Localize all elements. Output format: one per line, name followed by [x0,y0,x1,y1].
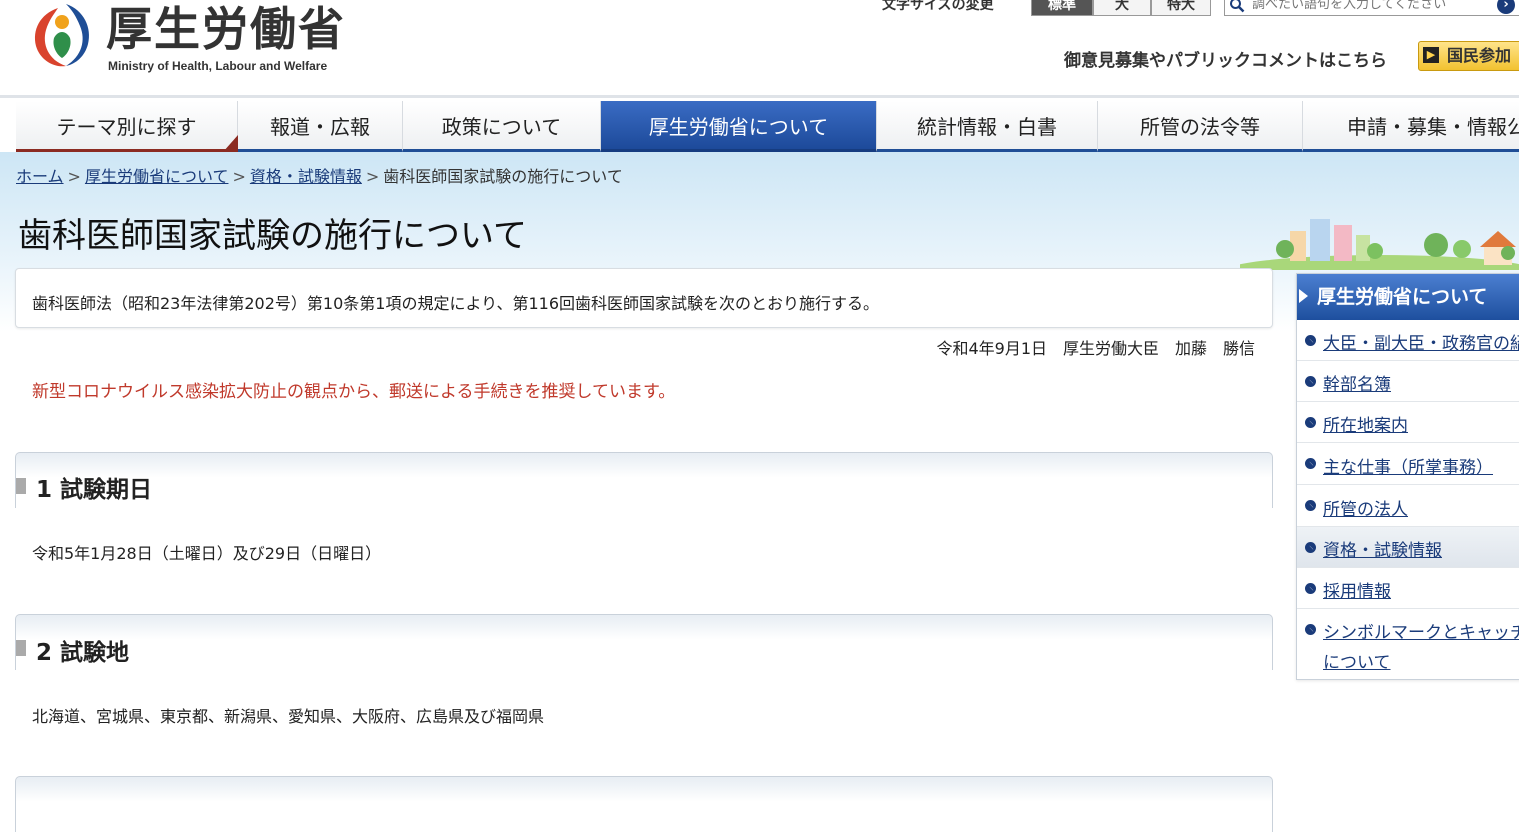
nav-item-about-ministry[interactable]: 厚生労働省について [601,101,877,152]
public-comment-link[interactable]: 御意見募集やパブリックコメントはこちら [1064,46,1387,71]
breadcrumb-link-about[interactable]: 厚生労働省について [85,167,229,186]
ministry-name-ja[interactable]: 厚生労働省 [106,0,346,58]
section-title-exam-date: 1 試験期日 [36,477,153,503]
breadcrumb-separator: > [232,167,246,186]
breadcrumb-link-home[interactable]: ホーム [16,167,64,186]
breadcrumb-separator: > [67,167,81,186]
breadcrumb-link-qualifications[interactable]: 資格・試験情報 [250,167,362,186]
breadcrumb-current: 歯科医師国家試験の施行について [383,167,623,186]
side-menu-item-label[interactable]: 資格・試験情報 [1323,536,1442,561]
font-size-label: 文字サイズの変更 [882,0,994,13]
search-icon [1230,0,1245,13]
bullet-arrow-icon [1305,583,1316,594]
section-body-exam-date: 令和5年1月28日（土曜日）及び29日（日曜日） [32,544,382,563]
page-title: 歯科医師国家試験の施行について [18,216,527,256]
side-menu-item-label-line2[interactable]: について [1323,648,1391,673]
side-menu-item-label[interactable]: 所在地案内 [1323,411,1408,436]
bullet-arrow-icon [1305,542,1316,553]
global-nav: テーマ別に探す 報道・広報 政策について 厚生労働省について 統計情報・白書 所… [0,95,1519,152]
section-header [15,614,1273,670]
section-header [15,452,1273,508]
font-size-xlarge-button[interactable]: 特大 [1151,0,1211,16]
side-menu-item-executives[interactable]: 幹部名簿 [1297,361,1519,402]
signature-line: 令和4年9月1日 厚生労働大臣 加藤 勝信 [936,339,1255,358]
bullet-arrow-icon [1305,335,1316,346]
nav-item-laws[interactable]: 所管の法令等 [1098,101,1303,152]
side-menu-item-symbol-mark[interactable]: シンボルマークとキャッチ について [1297,609,1519,679]
nav-item-themes[interactable]: テーマ別に探す [16,101,238,152]
side-menu-item-location[interactable]: 所在地案内 [1297,402,1519,443]
side-menu-item-label[interactable]: 幹部名簿 [1323,370,1391,395]
side-menu-title[interactable]: 厚生労働省について [1297,274,1519,320]
side-menu-item-recruitment[interactable]: 採用情報 [1297,568,1519,609]
site-header: 厚生労働省 Ministry of Health, Labour and Wel… [0,0,1519,95]
intro-text: 歯科医師法（昭和23年法律第202号）第10条第1項の規定により、第116回歯科… [32,294,880,313]
section-marker-icon [16,640,26,656]
bullet-arrow-icon [1305,458,1316,469]
nav-item-applications[interactable]: 申請・募集・情報公 [1303,101,1519,152]
section-title-exam-location: 2 試験地 [36,640,130,666]
nav-item-press[interactable]: 報道・広報 [238,101,403,152]
ministry-name-en: Ministry of Health, Labour and Welfare [108,59,328,73]
breadcrumb: ホーム > 厚生労働省について > 資格・試験情報 > 歯科医師国家試験の施行について [16,163,623,187]
covid-notice: 新型コロナウイルス感染拡大防止の観点から、郵送による手続きを推奨しています。 [32,382,676,402]
section-header [15,776,1273,832]
side-menu-item-ministers[interactable]: 大臣・副大臣・政務官の紹 [1297,320,1519,361]
bullet-arrow-icon [1305,376,1316,387]
bullet-arrow-icon [1305,500,1316,511]
search-input[interactable] [1252,0,1492,14]
town-scenery-illustration [1240,219,1519,270]
bullet-arrow-icon [1305,417,1316,428]
side-menu-item-qualifications[interactable]: 資格・試験情報 [1297,527,1519,568]
side-menu-item-label[interactable]: 主な仕事（所掌事務） [1323,453,1493,478]
side-menu-item-label[interactable]: 大臣・副大臣・政務官の紹 [1323,329,1519,354]
side-menu-item-duties[interactable]: 主な仕事（所掌事務） [1297,443,1519,485]
side-menu-item-corporations[interactable]: 所管の法人 [1297,485,1519,527]
arrow-right-icon: ▶ [1423,47,1439,63]
side-menu-item-label[interactable]: シンボルマークとキャッチ [1323,618,1519,643]
nav-item-statistics[interactable]: 統計情報・白書 [877,101,1098,152]
section-marker-icon [16,478,26,494]
side-menu-item-label[interactable]: 所管の法人 [1323,495,1408,520]
bullet-arrow-icon [1305,624,1316,635]
side-menu-item-label[interactable]: 採用情報 [1323,577,1391,602]
font-size-standard-button[interactable]: 標準 [1031,0,1093,16]
nav-item-policy[interactable]: 政策について [403,101,601,152]
section-body-exam-location: 北海道、宮城県、東京都、新潟県、愛知県、大阪府、広島県及び福岡県 [32,707,545,726]
font-size-large-button[interactable]: 大 [1093,0,1151,16]
ministry-logo-icon[interactable] [28,0,96,70]
breadcrumb-separator: > [365,167,380,186]
